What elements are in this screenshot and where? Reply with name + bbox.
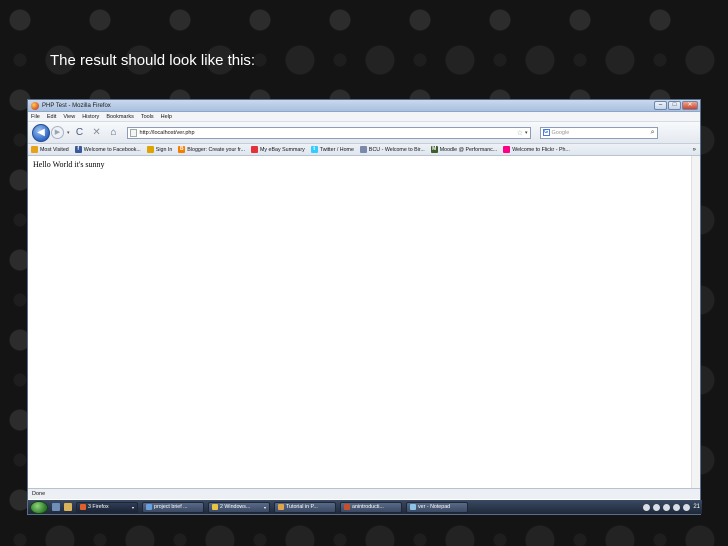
bookmark-label: Blogger: Create your fr...	[187, 147, 245, 153]
close-button[interactable]: ✕	[682, 101, 698, 110]
explorer-icon[interactable]	[64, 503, 72, 511]
page-content: Hello World it's sunny	[28, 156, 700, 488]
network-icon[interactable]	[673, 504, 680, 511]
menu-file[interactable]: File	[31, 114, 40, 120]
status-text: Done	[32, 491, 45, 497]
bookmark-label: Welcome to Flickr - Ph...	[512, 147, 570, 153]
tray-icon[interactable]	[653, 504, 660, 511]
status-bar: Done	[28, 488, 700, 499]
title-bar[interactable]: PHP Test - Mozilla Firefox – □ ✕	[28, 100, 700, 112]
presentation-icon	[344, 504, 350, 510]
chevron-down-icon: ▾	[264, 505, 266, 510]
task-label: project brief ...	[154, 504, 188, 510]
bookmark-blogger[interactable]: B Blogger: Create your fr...	[178, 146, 245, 153]
ebay-icon	[251, 146, 258, 153]
slide-title: The result should look like this:	[50, 52, 255, 69]
start-button[interactable]	[30, 501, 48, 514]
search-bar[interactable]: G Google ⌕	[540, 127, 658, 139]
menu-bookmarks[interactable]: Bookmarks	[106, 114, 134, 120]
notepad-icon	[410, 504, 416, 510]
taskbar-item-notepad[interactable]: ver - Notepad	[406, 502, 468, 513]
bookmark-bcu[interactable]: BCU - Welcome to Bir...	[360, 146, 425, 153]
bookmark-label: Welcome to Facebook...	[84, 147, 141, 153]
task-label: Tutorial in P...	[286, 504, 318, 510]
stop-icon[interactable]: ✕	[90, 127, 104, 138]
menu-bar: File Edit View History Bookmarks Tools H…	[28, 112, 700, 122]
flickr-icon	[503, 146, 510, 153]
bookmark-sign-in[interactable]: Sign In	[147, 146, 173, 153]
document-icon	[278, 504, 284, 510]
task-label: anintroducti...	[352, 504, 384, 510]
bookmark-facebook[interactable]: f Welcome to Facebook...	[75, 146, 141, 153]
window-controls: – □ ✕	[654, 101, 700, 110]
facebook-icon: f	[75, 146, 82, 153]
url-bar[interactable]: http://localhost/ver.php ☆ ▾	[127, 127, 531, 139]
firefox-icon	[80, 504, 86, 510]
page-icon	[360, 146, 367, 153]
bookmark-ebay[interactable]: My eBay Summary	[251, 146, 305, 153]
bookmark-label: BCU - Welcome to Bir...	[369, 147, 425, 153]
tray-icon[interactable]	[663, 504, 670, 511]
folder-icon	[212, 504, 218, 510]
moodle-icon: M	[431, 146, 438, 153]
taskbar-item-windows[interactable]: 2 Windows... ▾	[208, 502, 270, 513]
navigation-toolbar: ◀ ▶ ▾ C ✕ ⌂ http://localhost/ver.php ☆ ▾…	[28, 122, 700, 144]
task-label: 2 Windows...	[220, 504, 250, 510]
history-dropdown-icon[interactable]: ▾	[67, 130, 70, 136]
star-icon	[31, 146, 38, 153]
maximize-button[interactable]: □	[668, 101, 681, 110]
volume-icon[interactable]	[683, 504, 690, 511]
bookmark-label: My eBay Summary	[260, 147, 305, 153]
firefox-window: PHP Test - Mozilla Firefox – □ ✕ File Ed…	[27, 99, 701, 515]
sign-in-icon	[147, 146, 154, 153]
bookmark-label: Twitter / Home	[320, 147, 354, 153]
menu-history[interactable]: History	[82, 114, 99, 120]
bookmark-flickr[interactable]: Welcome to Flickr - Ph...	[503, 146, 570, 153]
bookmarks-overflow-icon[interactable]: »	[693, 147, 700, 153]
bookmarks-toolbar: Most Visited f Welcome to Facebook... Si…	[28, 144, 700, 156]
twitter-icon: t	[311, 146, 318, 153]
taskbar-item-anintroduction[interactable]: anintroducti...	[340, 502, 402, 513]
window-title: PHP Test - Mozilla Firefox	[42, 103, 111, 109]
google-icon[interactable]: G	[543, 129, 550, 136]
minimize-button[interactable]: –	[654, 101, 667, 110]
firefox-icon	[31, 102, 39, 110]
forward-button[interactable]: ▶	[51, 126, 64, 139]
search-placeholder[interactable]: Google	[552, 130, 570, 136]
document-icon	[146, 504, 152, 510]
back-button[interactable]: ◀	[32, 124, 50, 142]
clock[interactable]: 21	[693, 504, 700, 510]
taskbar-item-firefox[interactable]: 3 Firefox ▾	[76, 502, 138, 513]
chevron-down-icon: ▾	[132, 505, 134, 510]
reload-icon[interactable]: C	[73, 127, 87, 138]
menu-edit[interactable]: Edit	[47, 114, 56, 120]
bookmark-moodle[interactable]: M Moodle @ Performanc...	[431, 146, 498, 153]
menu-help[interactable]: Help	[161, 114, 172, 120]
page-icon	[130, 129, 137, 137]
bookmark-label: Moodle @ Performanc...	[440, 147, 498, 153]
task-label: 3 Firefox	[88, 504, 109, 510]
bookmark-star-icon[interactable]: ☆	[517, 129, 525, 137]
bookmark-label: Sign In	[156, 147, 173, 153]
task-label: ver - Notepad	[418, 504, 450, 510]
menu-tools[interactable]: Tools	[141, 114, 154, 120]
home-icon[interactable]: ⌂	[107, 127, 121, 138]
bookmark-twitter[interactable]: t Twitter / Home	[311, 146, 354, 153]
menu-view[interactable]: View	[63, 114, 75, 120]
windows-taskbar: 3 Firefox ▾ project brief ... 2 Windows.…	[28, 500, 702, 514]
taskbar-item-project-brief[interactable]: project brief ...	[142, 502, 204, 513]
bookmark-label: Most Visited	[40, 147, 69, 153]
system-tray: 21	[643, 504, 702, 511]
search-icon[interactable]: ⌕	[651, 129, 657, 137]
page-body-text: Hello World it's sunny	[33, 160, 105, 169]
vertical-scrollbar[interactable]	[691, 156, 700, 488]
url-dropdown-icon[interactable]: ▾	[525, 130, 530, 136]
desktop-icon[interactable]	[52, 503, 60, 511]
bookmark-most-visited[interactable]: Most Visited	[31, 146, 69, 153]
taskbar-item-tutorial[interactable]: Tutorial in P...	[274, 502, 336, 513]
tray-icon[interactable]	[643, 504, 650, 511]
url-text[interactable]: http://localhost/ver.php	[140, 130, 195, 136]
blogger-icon: B	[178, 146, 185, 153]
